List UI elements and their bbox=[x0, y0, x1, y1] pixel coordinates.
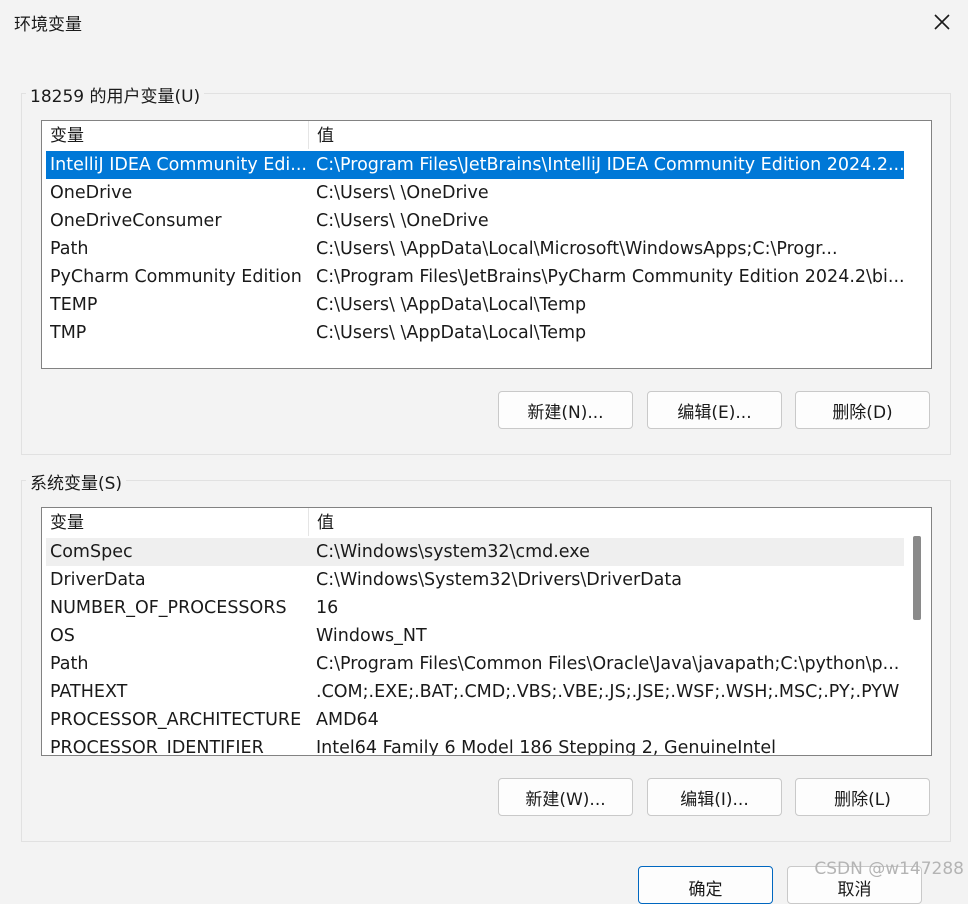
variable-name: OneDrive bbox=[50, 183, 133, 203]
variable-value: Intel64 Family 6 Model 186 Stepping 2, G… bbox=[316, 738, 777, 756]
variable-value: C:\Users\ \OneDrive bbox=[316, 183, 489, 203]
variable-value: Windows_NT bbox=[316, 626, 427, 646]
variable-value: C:\Program Files\JetBrains\IntelliJ IDEA… bbox=[316, 155, 905, 175]
list-item[interactable]: PROCESSOR_ARCHITECTURE AMD64 bbox=[46, 706, 904, 734]
system-delete-button[interactable]: 删除(L) bbox=[795, 778, 930, 816]
column-header-value[interactable]: 值 bbox=[309, 121, 904, 149]
close-icon bbox=[934, 14, 950, 30]
system-vars-list[interactable]: 变量 值 ComSpec C:\Windows\system32\cmd.exe D… bbox=[41, 507, 932, 756]
variable-name: NUMBER_OF_PROCESSORS bbox=[50, 598, 287, 618]
variable-value: C:\Users\ \AppData\Local\Temp bbox=[316, 295, 587, 315]
variable-value: .COM;.EXE;.BAT;.CMD;.VBS;.VBE;.JS;.JSE;.… bbox=[316, 682, 900, 702]
scroll-thumb[interactable] bbox=[913, 536, 921, 620]
variable-name: IntelliJ IDEA Community Edi... bbox=[50, 155, 306, 175]
list-item[interactable]: TEMP C:\Users\ \AppData\Local\Temp bbox=[46, 291, 904, 319]
list-item[interactable]: Path C:\Program Files\Common Files\Oracle… bbox=[46, 650, 904, 678]
variable-name: PROCESSOR_ARCHITECTURE bbox=[50, 710, 302, 730]
user-new-button[interactable]: 新建(N)... bbox=[498, 391, 633, 429]
variable-name: PyCharm Community Edition bbox=[50, 267, 302, 287]
user-delete-button[interactable]: 删除(D) bbox=[795, 391, 930, 429]
variable-name: OS bbox=[50, 626, 75, 646]
system-vars-label: 系统变量(S) bbox=[26, 469, 127, 494]
variable-name: Path bbox=[50, 239, 89, 259]
list-item[interactable]: PyCharm Community Edition C:\Program File… bbox=[46, 263, 905, 291]
close-button[interactable] bbox=[916, 0, 968, 44]
list-item[interactable]: OneDrive C:\Users\ \OneDrive bbox=[46, 179, 904, 207]
variable-value: C:\Program Files\JetBrains\PyCharm Commu… bbox=[316, 267, 905, 287]
variable-value: C:\Program Files\Common Files\Oracle\Jav… bbox=[316, 654, 900, 674]
system-vars-header: 变量 值 bbox=[42, 508, 904, 536]
variable-value: C:\Windows\system32\cmd.exe bbox=[316, 542, 590, 562]
system-new-button[interactable]: 新建(W)... bbox=[498, 778, 633, 816]
variable-value: 16 bbox=[316, 598, 339, 618]
list-item[interactable]: Path C:\Users\ \AppData\Local\Microsoft\W… bbox=[46, 235, 904, 263]
window-title: 环境变量 bbox=[14, 15, 82, 35]
column-header-variable[interactable]: 变量 bbox=[42, 121, 309, 149]
list-item[interactable]: IntelliJ IDEA Community Edi... C:\Program… bbox=[46, 151, 905, 179]
watermark: CSDN @w147288 bbox=[814, 859, 964, 879]
variable-value: C:\Windows\System32\Drivers\DriverData bbox=[316, 570, 682, 590]
user-edit-button[interactable]: 编辑(E)... bbox=[647, 391, 782, 429]
variable-value: C:\Users\ \OneDrive bbox=[316, 211, 489, 231]
list-item[interactable]: ComSpec C:\Windows\system32\cmd.exe bbox=[46, 538, 904, 566]
user-vars-header: 变量 值 bbox=[42, 121, 904, 149]
list-item[interactable]: NUMBER_OF_PROCESSORS 16 bbox=[46, 594, 904, 622]
variable-value: C:\Users\ \AppData\Local\Temp bbox=[316, 323, 587, 343]
list-item[interactable]: DriverData C:\Windows\System32\Drivers\Dr… bbox=[46, 566, 904, 594]
list-item[interactable]: OS Windows_NT bbox=[46, 622, 904, 650]
variable-name: DriverData bbox=[50, 570, 146, 590]
user-vars-label: 18259 的用户变量(U) bbox=[26, 82, 205, 107]
title-bar: 环境变量 bbox=[0, 0, 968, 44]
column-header-value[interactable]: 值 bbox=[309, 508, 904, 536]
variable-name: TMP bbox=[50, 323, 87, 343]
variable-name: TEMP bbox=[50, 295, 98, 315]
list-item[interactable]: PATHEXT .COM;.EXE;.BAT;.CMD;.VBS;.VBE;.JS… bbox=[46, 678, 904, 706]
list-item[interactable]: PROCESSOR_IDENTIFIER Intel64 Family 6 Mod… bbox=[46, 734, 904, 756]
ok-button[interactable]: 确定 bbox=[638, 866, 773, 904]
system-vars-scrollbar[interactable] bbox=[906, 508, 930, 755]
variable-name: PROCESSOR_IDENTIFIER bbox=[50, 738, 264, 756]
variable-name: PATHEXT bbox=[50, 682, 128, 702]
variable-value: C:\Users\ \AppData\Local\Microsoft\Windo… bbox=[316, 239, 838, 259]
system-edit-button[interactable]: 编辑(I)... bbox=[647, 778, 782, 816]
variable-name: Path bbox=[50, 654, 89, 674]
variable-name: ComSpec bbox=[50, 542, 133, 562]
user-vars-list[interactable]: 变量 值 IntelliJ IDEA Community Edi... C:\Pr… bbox=[41, 120, 932, 369]
variable-name: OneDriveConsumer bbox=[50, 211, 222, 231]
list-item[interactable]: TMP C:\Users\ \AppData\Local\Temp bbox=[46, 319, 904, 347]
list-item[interactable]: OneDriveConsumer C:\Users\ \OneDrive bbox=[46, 207, 904, 235]
variable-value: AMD64 bbox=[316, 710, 379, 730]
column-header-variable[interactable]: 变量 bbox=[42, 508, 309, 536]
